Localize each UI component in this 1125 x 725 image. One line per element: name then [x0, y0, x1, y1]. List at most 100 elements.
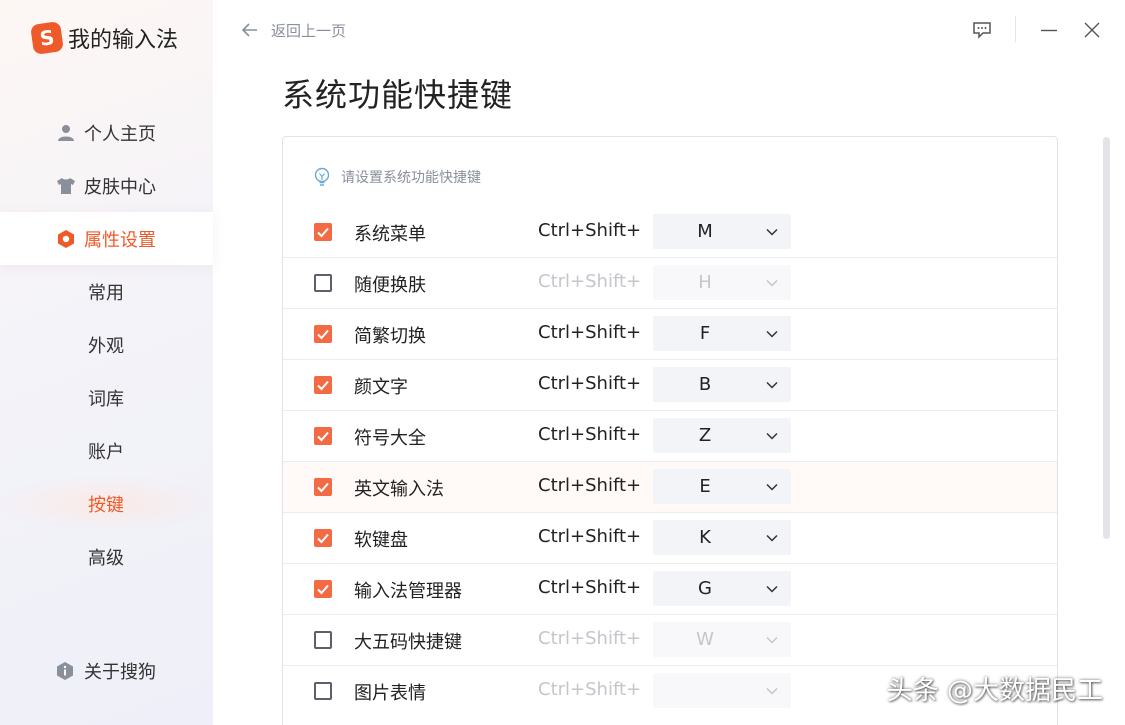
shortcut-checkbox[interactable] [314, 631, 332, 649]
shortcut-checkbox[interactable] [314, 529, 332, 547]
sidebar-item-label: 皮肤中心 [84, 176, 156, 198]
sidebar-subitem-dictionary[interactable]: 词库 [0, 371, 213, 424]
shortcut-key-value: H [698, 272, 712, 293]
shortcut-checkbox[interactable] [314, 223, 332, 241]
shortcut-modifier: Ctrl+Shift+ [538, 628, 642, 649]
chevron-down-icon [765, 378, 779, 392]
chevron-down-icon [765, 633, 779, 647]
checkmark-icon [317, 380, 329, 391]
hexagon-settings-icon [56, 229, 76, 249]
sidebar-item-settings[interactable]: 属性设置 [0, 212, 213, 265]
user-icon [56, 123, 76, 143]
shortcut-checkbox[interactable] [314, 682, 332, 700]
back-button[interactable]: 返回上一页 [241, 20, 346, 41]
shortcut-row: 符号大全 Ctrl+Shift+ Z [283, 411, 1057, 462]
checkmark-icon [317, 329, 329, 340]
app-logo: S 我的输入法 [30, 21, 178, 55]
shortcut-name: 软键盘 [354, 530, 408, 551]
shortcut-name: 颜文字 [354, 377, 408, 398]
checkmark-icon [317, 227, 329, 238]
sidebar-item-label: 个人主页 [84, 123, 156, 145]
shortcut-checkbox[interactable] [314, 580, 332, 598]
chevron-down-icon [765, 429, 779, 443]
shortcut-key-select[interactable] [653, 673, 791, 708]
shortcut-key-select[interactable]: W [653, 622, 791, 657]
close-button[interactable] [1080, 18, 1104, 42]
shortcut-key-value: B [698, 374, 712, 395]
shortcut-row: 大五码快捷键 Ctrl+Shift+ W [283, 615, 1057, 666]
sidebar-subitem-label: 常用 [88, 282, 124, 304]
shortcut-key-select[interactable]: G [653, 571, 791, 606]
checkmark-icon [317, 584, 329, 595]
header-divider [1015, 16, 1016, 42]
about-sogou-link[interactable]: 关于搜狗 [56, 658, 156, 684]
about-label: 关于搜狗 [84, 662, 156, 683]
shortcut-name: 系统菜单 [354, 224, 426, 245]
hint: 请设置系统功能快捷键 [313, 167, 481, 187]
shortcut-checkbox[interactable] [314, 325, 332, 343]
shortcut-key-select[interactable]: K [653, 520, 791, 555]
tshirt-icon [56, 176, 76, 196]
sidebar-subitem-keys[interactable]: 按键 [0, 477, 213, 530]
scrollbar[interactable] [1103, 137, 1110, 539]
minimize-button[interactable] [1037, 18, 1061, 42]
chevron-down-icon [765, 582, 779, 596]
shortcut-modifier: Ctrl+Shift+ [538, 424, 642, 445]
sidebar-subitem-advanced[interactable]: 高级 [0, 530, 213, 583]
shortcut-modifier: Ctrl+Shift+ [538, 679, 642, 700]
shortcut-list: 系统菜单 Ctrl+Shift+ M 随便换肤 Ctrl+Shift+ H 简繁… [283, 207, 1057, 717]
shortcut-checkbox[interactable] [314, 274, 332, 292]
sidebar-subitem-general[interactable]: 常用 [0, 265, 213, 318]
shortcut-name: 输入法管理器 [354, 581, 462, 602]
shortcut-key-select[interactable]: M [653, 214, 791, 249]
shortcuts-panel: 请设置系统功能快捷键 系统菜单 Ctrl+Shift+ M 随便换肤 Ctrl+… [282, 136, 1058, 725]
shortcut-key-select[interactable]: H [653, 265, 791, 300]
shortcut-modifier: Ctrl+Shift+ [538, 271, 642, 292]
shortcut-modifier: Ctrl+Shift+ [538, 475, 642, 496]
chevron-down-icon [765, 327, 779, 341]
chevron-down-icon [765, 480, 779, 494]
checkmark-icon [317, 482, 329, 493]
shortcut-key-value: F [699, 323, 711, 344]
sidebar-item-skins[interactable]: 皮肤中心 [0, 159, 213, 212]
close-icon [1083, 21, 1101, 39]
shortcut-row: 英文输入法 Ctrl+Shift+ E [283, 462, 1057, 513]
hint-text: 请设置系统功能快捷键 [341, 170, 481, 186]
sidebar-item-profile[interactable]: 个人主页 [0, 106, 213, 159]
shortcut-row: 颜文字 Ctrl+Shift+ B [283, 360, 1057, 411]
minimize-icon [1040, 21, 1058, 39]
shortcut-key-value: G [698, 578, 712, 599]
shortcut-name: 英文输入法 [354, 479, 444, 500]
shortcut-row: 系统菜单 Ctrl+Shift+ M [283, 207, 1057, 258]
shortcut-key-select[interactable]: F [653, 316, 791, 351]
shortcut-row: 软键盘 Ctrl+Shift+ K [283, 513, 1057, 564]
shortcut-modifier: Ctrl+Shift+ [538, 526, 642, 547]
shortcut-key-value: E [699, 476, 711, 497]
checkmark-icon [317, 533, 329, 544]
sidebar-subitem-appearance[interactable]: 外观 [0, 318, 213, 371]
shortcut-checkbox[interactable] [314, 427, 332, 445]
shortcut-row: 随便换肤 Ctrl+Shift+ H [283, 258, 1057, 309]
shortcut-name: 简繁切换 [354, 326, 426, 347]
sidebar-subitem-label: 外观 [88, 335, 124, 357]
shortcut-name: 图片表情 [354, 683, 426, 704]
shortcut-key-select[interactable]: E [653, 469, 791, 504]
feedback-button[interactable] [970, 18, 994, 42]
shortcut-row: 简繁切换 Ctrl+Shift+ F [283, 309, 1057, 360]
back-label: 返回上一页 [271, 22, 347, 40]
shortcut-row: 输入法管理器 Ctrl+Shift+ G [283, 564, 1057, 615]
shortcut-key-select[interactable]: B [653, 367, 791, 402]
shortcut-name: 大五码快捷键 [354, 632, 462, 653]
shortcut-name: 符号大全 [354, 428, 426, 449]
chevron-down-icon [765, 276, 779, 290]
watermark: 头条 @大数据民工 [886, 676, 1103, 706]
chevron-down-icon [765, 684, 779, 698]
shortcut-checkbox[interactable] [314, 376, 332, 394]
shortcut-modifier: Ctrl+Shift+ [538, 577, 642, 598]
lightbulb-icon [313, 167, 333, 187]
sidebar-subitem-account[interactable]: 账户 [0, 424, 213, 477]
checkmark-icon [317, 431, 329, 442]
shortcut-checkbox[interactable] [314, 478, 332, 496]
chevron-down-icon [765, 225, 779, 239]
shortcut-key-select[interactable]: Z [653, 418, 791, 453]
